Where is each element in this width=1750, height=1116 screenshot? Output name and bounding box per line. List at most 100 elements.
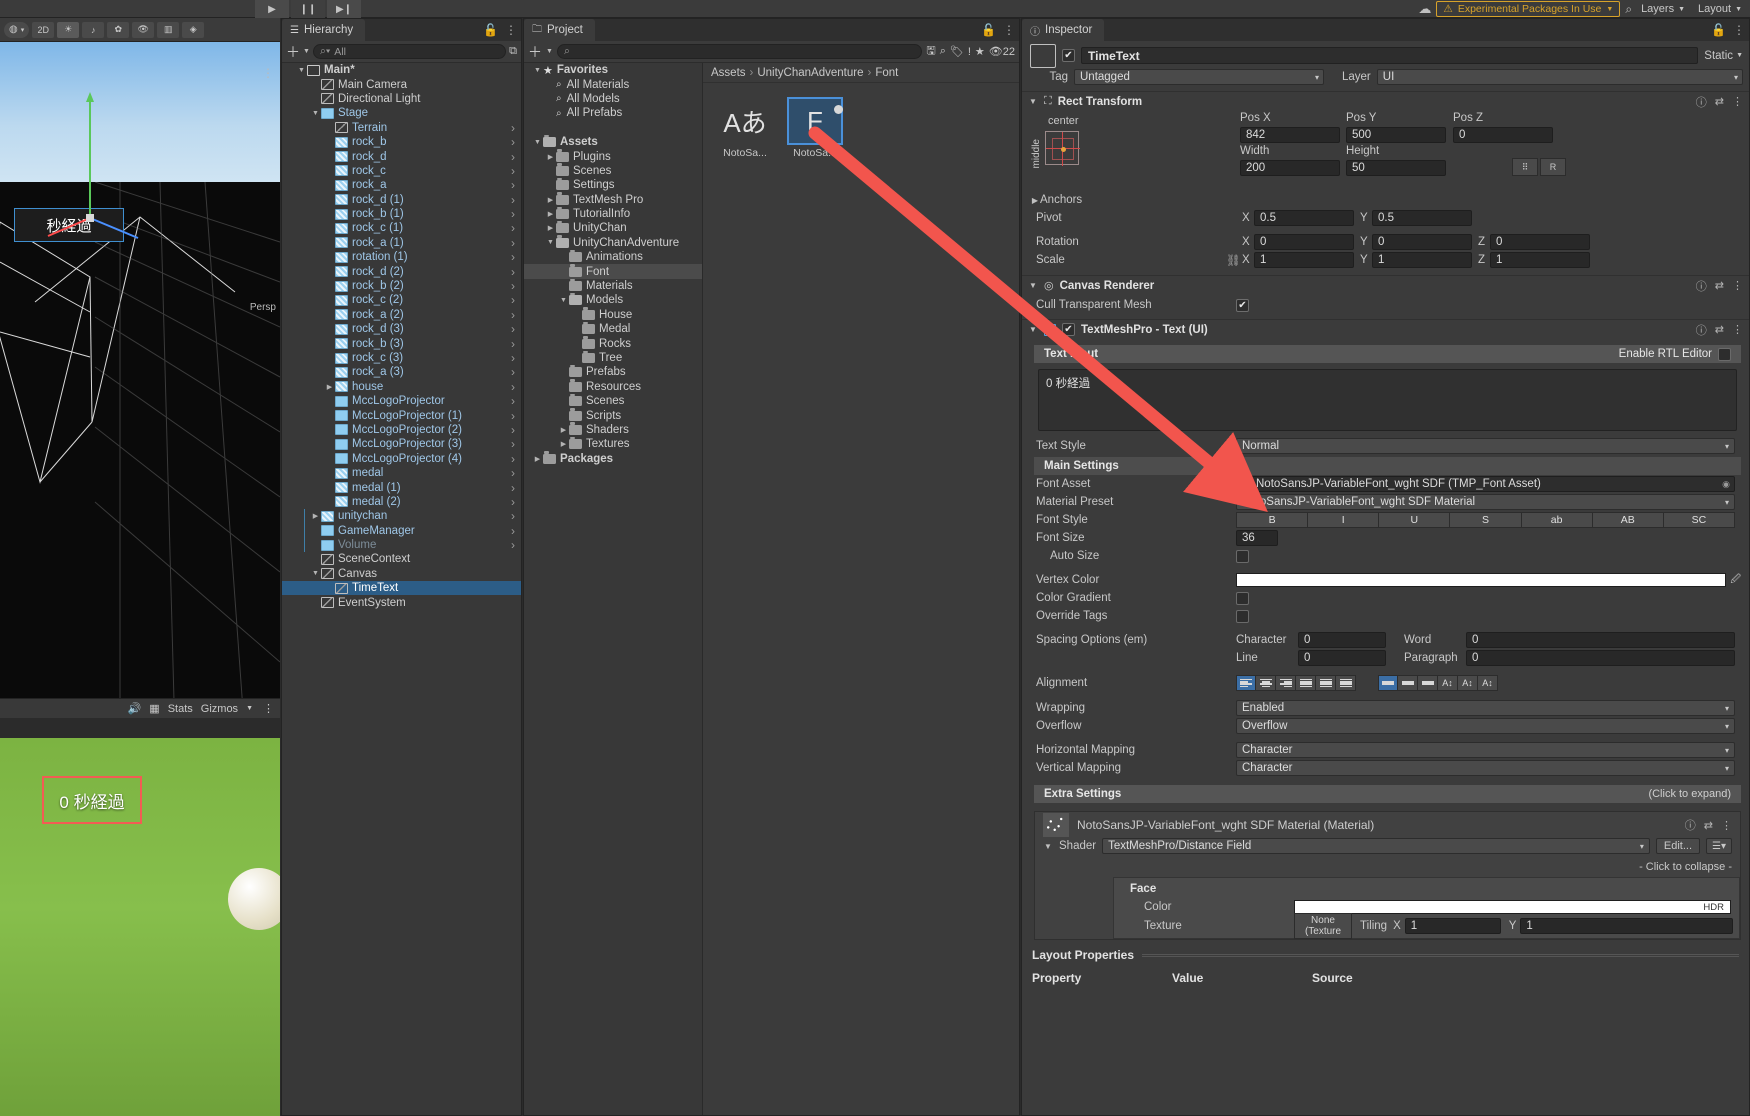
foldout-arrow-icon[interactable]: ▼ bbox=[1028, 97, 1038, 106]
help-icon[interactable]: ⓘ bbox=[1685, 817, 1696, 833]
align-flush-button[interactable] bbox=[1316, 675, 1336, 691]
stats-grid-icon[interactable]: ▦ bbox=[149, 702, 159, 715]
override-tags-checkbox[interactable] bbox=[1236, 610, 1249, 623]
align-middle-button[interactable] bbox=[1398, 675, 1418, 691]
gizmos-label[interactable]: Gizmos bbox=[201, 703, 238, 715]
rect-transform-header[interactable]: ▼ ⛶ Rect Transform ⓘ ⇄ ⋮ bbox=[1022, 91, 1749, 111]
text-input-textarea[interactable]: 0 秒経過 bbox=[1038, 369, 1737, 431]
project-search-input[interactable]: ⌕ bbox=[557, 44, 922, 59]
foldout-arrow-icon[interactable]: ▶ bbox=[310, 512, 321, 520]
project-tree-item-all-models[interactable]: ⌕All Models bbox=[524, 92, 702, 106]
static-toggle[interactable]: Static ▼ bbox=[1704, 50, 1743, 62]
project-tree-item-scenes[interactable]: Scenes bbox=[524, 164, 702, 178]
hierarchy-item-directional-light[interactable]: Directional Light bbox=[282, 92, 521, 106]
align-bottom-button[interactable] bbox=[1418, 675, 1438, 691]
rotation-x-field[interactable]: 0 bbox=[1254, 234, 1354, 250]
tab-inspector[interactable]: ⓘ Inspector bbox=[1022, 19, 1104, 41]
foldout-arrow-icon[interactable]: ▼ bbox=[532, 139, 543, 146]
canvas-renderer-header[interactable]: ▼ ◎ Canvas Renderer ⓘ ⇄ ⋮ bbox=[1022, 275, 1749, 295]
font-style-button-group[interactable]: BIUSabABSC bbox=[1236, 512, 1735, 528]
hierarchy-item-rock-a[interactable]: rock_a bbox=[282, 178, 521, 192]
hierarchy-item-rock-d-2[interactable]: rock_d (2) bbox=[282, 264, 521, 278]
hierarchy-item-medal-1[interactable]: medal (1) bbox=[282, 480, 521, 494]
auto-size-checkbox[interactable] bbox=[1236, 550, 1249, 563]
vertical-mapping-dropdown[interactable]: Character bbox=[1236, 760, 1735, 776]
foldout-arrow-icon[interactable]: ▶ bbox=[558, 426, 569, 434]
enable-rtl-editor-checkbox[interactable] bbox=[1718, 348, 1731, 361]
hierarchy-item-canvas[interactable]: ▼Canvas bbox=[282, 567, 521, 581]
foldout-arrow-icon[interactable]: ▼ bbox=[296, 67, 307, 74]
chevron-down-icon[interactable]: ▼ bbox=[546, 48, 553, 55]
project-tree-item-shaders[interactable]: ▶Shaders bbox=[524, 423, 702, 437]
preset-icon[interactable]: ⇄ bbox=[1715, 323, 1724, 336]
align-center-button[interactable] bbox=[1256, 675, 1276, 691]
hierarchy-item-mcclogoprojector-3[interactable]: MccLogoProjector (3) bbox=[282, 437, 521, 451]
more-options-icon[interactable]: ⋮ bbox=[1732, 323, 1743, 336]
audio-icon[interactable]: 🔊 bbox=[128, 702, 142, 715]
preset-icon[interactable]: ⇄ bbox=[1715, 95, 1724, 108]
shading-mode-dropdown[interactable]: ◍▾ bbox=[4, 22, 29, 38]
tag-dropdown[interactable]: Untagged bbox=[1074, 69, 1324, 85]
rotation-z-field[interactable]: 0 bbox=[1490, 234, 1590, 250]
foldout-arrow-icon[interactable]: ▼ bbox=[558, 297, 569, 304]
hierarchy-item-rock-c-3[interactable]: rock_c (3) bbox=[282, 351, 521, 365]
asset-item[interactable]: FNotoSa... bbox=[787, 99, 843, 159]
object-picker-icon[interactable]: ◉ bbox=[1722, 479, 1730, 490]
anchors-foldout-icon[interactable]: ▶ bbox=[1030, 196, 1040, 205]
wrapping-dropdown[interactable]: Enabled bbox=[1236, 700, 1735, 716]
constrain-proportions-icon[interactable]: ⛓ bbox=[1226, 253, 1242, 267]
font-style-i-button[interactable]: I bbox=[1308, 512, 1379, 528]
vertical-alignment-group[interactable]: A↕ A↕ A↕ bbox=[1378, 675, 1498, 691]
hierarchy-item-rock-c-1[interactable]: rock_c (1) bbox=[282, 221, 521, 235]
game-view[interactable]: 0 秒経過 bbox=[0, 738, 280, 1116]
height-field[interactable]: 50 bbox=[1346, 160, 1446, 176]
hierarchy-item-timetext[interactable]: TimeText bbox=[282, 581, 521, 595]
hierarchy-item-volume[interactable]: Volume bbox=[282, 538, 521, 552]
more-options-icon[interactable]: ⋮ bbox=[1732, 279, 1743, 292]
more-options-icon[interactable]: ⋮ bbox=[505, 23, 517, 37]
hierarchy-item-gamemanager[interactable]: GameManager bbox=[282, 524, 521, 538]
project-tree-item-all-materials[interactable]: ⌕All Materials bbox=[524, 77, 702, 91]
font-style-b-button[interactable]: B bbox=[1236, 512, 1308, 528]
raw-edit-mode-button[interactable]: R bbox=[1540, 158, 1566, 176]
hierarchy-item-main-camera[interactable]: Main Camera bbox=[282, 77, 521, 91]
foldout-arrow-icon[interactable]: ▼ bbox=[310, 110, 321, 117]
visibility-toggle[interactable]: 👁 bbox=[132, 22, 154, 38]
project-tree-item-unitychanadventure[interactable]: ▼UnityChanAdventure bbox=[524, 236, 702, 250]
color-gradient-checkbox[interactable] bbox=[1236, 592, 1249, 605]
align-capline-button[interactable]: A↕ bbox=[1478, 675, 1498, 691]
scale-x-field[interactable]: 1 bbox=[1254, 252, 1354, 268]
stats-label[interactable]: Stats bbox=[168, 703, 193, 715]
project-tree-item-tree[interactable]: Tree bbox=[524, 351, 702, 365]
font-size-field[interactable]: 36 bbox=[1236, 530, 1278, 546]
spacing-character-field[interactable]: 0 bbox=[1298, 632, 1386, 648]
shader-dropdown[interactable]: TextMeshPro/Distance Field bbox=[1102, 838, 1650, 854]
rotation-y-field[interactable]: 0 bbox=[1372, 234, 1472, 250]
shader-presets-button[interactable]: ☰▾ bbox=[1706, 838, 1732, 854]
favorite-filter-icon[interactable]: ★ bbox=[975, 45, 985, 58]
asset-grid[interactable]: AあNotoSa...FNotoSa... bbox=[703, 83, 1019, 159]
hierarchy-item-rock-a-3[interactable]: rock_a (3) bbox=[282, 365, 521, 379]
lock-icon[interactable]: 🔓 bbox=[483, 23, 498, 37]
cull-transparent-mesh-checkbox[interactable]: ✔ bbox=[1236, 299, 1249, 312]
toggle-2d-button[interactable]: 2D bbox=[32, 22, 54, 38]
align-midline-button[interactable]: A↕ bbox=[1458, 675, 1478, 691]
project-tree-item-plugins[interactable]: ▶Plugins bbox=[524, 149, 702, 163]
foldout-arrow-icon[interactable]: ▼ bbox=[545, 239, 556, 246]
align-baseline-button[interactable]: A↕ bbox=[1438, 675, 1458, 691]
preset-icon[interactable]: ⇄ bbox=[1715, 279, 1724, 292]
project-tree-item-animations[interactable]: Animations bbox=[524, 250, 702, 264]
hierarchy-item-rock-b-3[interactable]: rock_b (3) bbox=[282, 336, 521, 350]
project-tree-item-resources[interactable]: Resources bbox=[524, 380, 702, 394]
foldout-arrow-icon[interactable]: ▼ bbox=[1028, 325, 1038, 334]
vertex-color-swatch[interactable] bbox=[1236, 573, 1726, 587]
cloud-icon[interactable]: ☁ bbox=[1418, 1, 1431, 17]
scene-status-options-icon[interactable]: ⋮ bbox=[263, 702, 274, 715]
project-tree-item-unitychan[interactable]: ▶UnityChan bbox=[524, 221, 702, 235]
foldout-arrow-icon[interactable]: ▼ bbox=[1028, 281, 1038, 290]
font-asset-object-field[interactable]: F NotoSansJP-VariableFont_wght SDF (TMP_… bbox=[1236, 476, 1735, 492]
scale-z-field[interactable]: 1 bbox=[1490, 252, 1590, 268]
hierarchy-item-eventsystem[interactable]: EventSystem bbox=[282, 595, 521, 609]
help-icon[interactable]: ⓘ bbox=[1696, 94, 1707, 110]
warning-filter-icon[interactable]: ! bbox=[968, 46, 971, 58]
